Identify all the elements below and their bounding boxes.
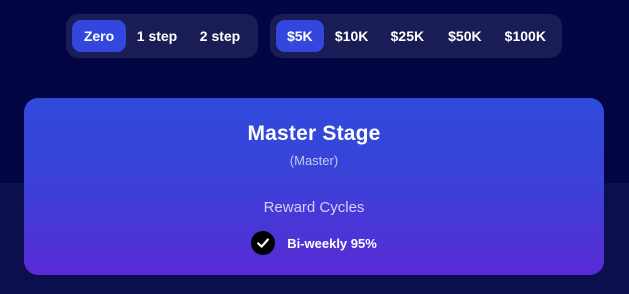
reward-cycles-heading: Reward Cycles [263,199,365,216]
amount-option-25k[interactable]: $25K [380,20,436,52]
stage-card: Master Stage (Master) Reward Cycles Bi-w… [24,98,604,275]
stage-subtitle: (Master) [289,153,339,168]
step-option-zero[interactable]: Zero [72,20,126,52]
reward-item: Bi-weekly 95% [24,231,604,255]
step-option-1-step[interactable]: 1 step [128,20,186,52]
amount-option-100k[interactable]: $100K [495,20,556,52]
amount-option-10k[interactable]: $10K [326,20,378,52]
amount-option-5k[interactable]: $5K [276,20,324,52]
stage-title: Master Stage [247,122,381,145]
account-size-selector: $5K $10K $25K $50K $100K [270,14,562,58]
check-circle-icon [251,231,276,255]
step-option-2-step[interactable]: 2 step [188,20,252,52]
step-type-selector: Zero 1 step 2 step [66,14,258,58]
amount-option-50k[interactable]: $50K [437,20,493,52]
reward-item-label: Bi-weekly 95% [287,235,377,251]
